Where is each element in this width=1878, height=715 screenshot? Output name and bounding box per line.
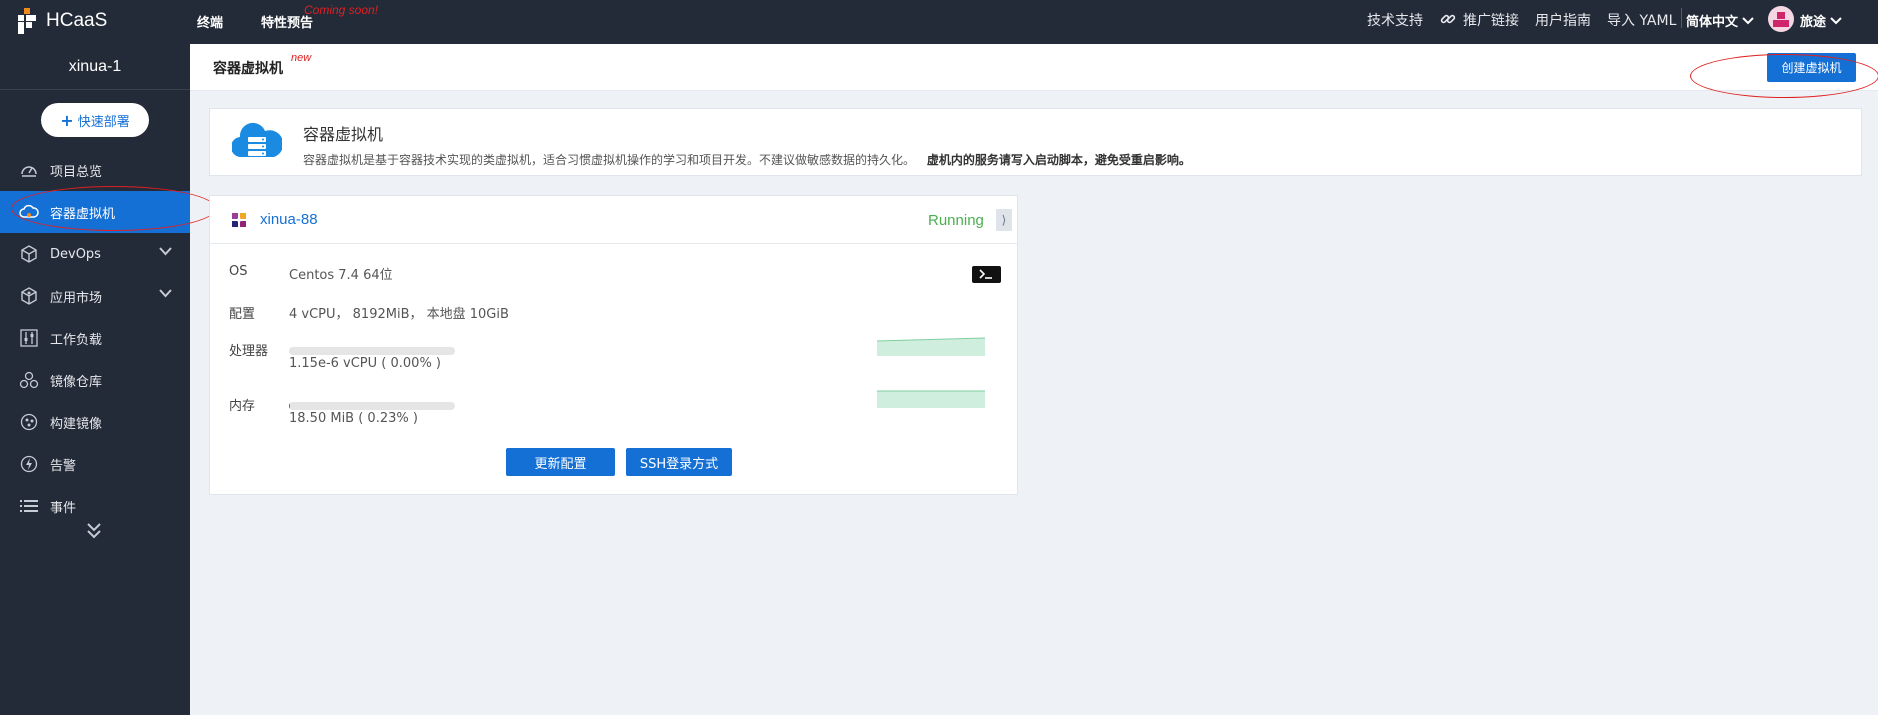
- expand-arrow-icon[interactable]: ⟩: [996, 209, 1012, 231]
- sidebar-item-label: 构建镜像: [50, 416, 103, 432]
- link-chain-icon: [1440, 11, 1456, 31]
- language-label: 简体中文: [1686, 15, 1739, 30]
- user-guide-link[interactable]: 用户指南: [1535, 10, 1591, 30]
- sidebar-item-overview[interactable]: 项目总览: [0, 149, 190, 191]
- info-banner: 容器虚拟机 容器虚拟机是基于容器技术实现的类虚拟机，适合习惯虚拟机操作的学习和项…: [209, 108, 1862, 176]
- promotion-link[interactable]: 推广链接: [1463, 10, 1519, 30]
- tech-support-link[interactable]: 技术支持: [1367, 10, 1423, 30]
- project-name[interactable]: xinua-1: [0, 44, 190, 90]
- sidebar-item-alerts[interactable]: 告警: [0, 443, 190, 485]
- chevron-down-icon[interactable]: [159, 247, 172, 256]
- sidebar-item-workloads[interactable]: 工作负载: [0, 317, 190, 359]
- annotation-ellipse-create: [1690, 54, 1878, 98]
- hcaas-logo-icon: [18, 8, 36, 34]
- memory-sparkline: [877, 390, 985, 408]
- page-header: 容器虚拟机 new 创建虚拟机: [190, 44, 1878, 91]
- banner-warning: 虚机内的服务请写入启动脚本，避免受重启影响。: [926, 153, 1191, 167]
- cpu-value: 1.15e-6 vCPU ( 0.00% ): [289, 356, 442, 371]
- chevron-down-icon: [1742, 16, 1754, 24]
- vm-name[interactable]: xinua-88: [260, 211, 318, 228]
- user-menu[interactable]: 旅途: [1800, 11, 1842, 30]
- page-title: 容器虚拟机: [213, 61, 283, 77]
- sidebar-item-label: 告警: [50, 458, 77, 474]
- vm-card-header: xinua-88 Running ⟩: [210, 196, 1017, 244]
- cpu-label: 处理器: [229, 344, 269, 359]
- centos-icon: [232, 213, 246, 227]
- memory-value: 18.50 MiB ( 0.23% ): [289, 411, 418, 426]
- memory-label: 内存: [229, 399, 256, 414]
- sidebar-item-build-image[interactable]: 构建镜像: [0, 401, 190, 443]
- ssh-login-button[interactable]: SSH登录方式: [626, 448, 732, 476]
- nav-terminal[interactable]: 终端: [197, 12, 223, 31]
- sidebar-item-label: 事件: [50, 500, 77, 516]
- sidebar-item-events[interactable]: 事件: [0, 485, 190, 527]
- list-icon: [18, 495, 40, 517]
- cpu-usage-bar: [289, 347, 455, 355]
- cpu-sparkline: [877, 337, 985, 356]
- build-icon: [18, 411, 40, 433]
- alert-icon: [18, 453, 40, 475]
- coming-soon-tag: Coming soon!: [304, 3, 379, 17]
- vm-status: Running: [928, 212, 984, 229]
- sidebar-item-app-market[interactable]: 应用市场: [0, 275, 190, 317]
- plus-icon: +: [60, 110, 74, 130]
- os-value: Centos 7.4 64位: [289, 268, 393, 283]
- logo-text: HCaaS: [46, 10, 108, 31]
- logo[interactable]: HCaaS: [16, 8, 107, 34]
- memory-usage-bar: [289, 402, 455, 410]
- banner-title: 容器虚拟机: [303, 125, 384, 144]
- sidebar: xinua-1 + 快速部署 项目总览 容器虚拟机 DevOps 应用市场 工作…: [0, 44, 190, 715]
- sidebar-item-label: 项目总览: [50, 164, 103, 180]
- new-tag: new: [291, 52, 312, 64]
- banner-description: 容器虚拟机是基于容器技术实现的类虚拟机，适合习惯虚拟机操作的学习和项目开发。不建…: [303, 151, 1191, 168]
- terminal-icon[interactable]: [972, 266, 1001, 283]
- chevron-down-icon: [1830, 16, 1842, 24]
- quick-deploy-label: 快速部署: [77, 114, 130, 130]
- sidebar-item-image-registry[interactable]: 镜像仓库: [0, 359, 190, 401]
- user-name: 旅途: [1800, 15, 1827, 30]
- sidebar-item-label: 应用市场: [50, 290, 103, 306]
- dashboard-icon: [18, 159, 40, 181]
- sliders-icon: [18, 327, 40, 349]
- avatar[interactable]: [1768, 6, 1794, 32]
- language-select[interactable]: 简体中文: [1686, 11, 1754, 30]
- box-icon: [18, 285, 40, 307]
- update-config-button[interactable]: 更新配置: [506, 448, 615, 476]
- sidebar-item-label: DevOps: [50, 246, 101, 262]
- vm-card: xinua-88 Running ⟩ OS Centos 7.4 64位 配置 …: [209, 195, 1018, 495]
- topbar-divider: [1681, 8, 1682, 28]
- quick-deploy-button[interactable]: + 快速部署: [41, 103, 149, 137]
- config-label: 配置: [229, 307, 256, 322]
- sidebar-item-label: 工作负载: [50, 332, 103, 348]
- import-yaml-link[interactable]: 导入 YAML: [1607, 10, 1676, 30]
- banner-description-text: 容器虚拟机是基于容器技术实现的类虚拟机，适合习惯虚拟机操作的学习和项目开发。不建…: [303, 153, 916, 167]
- cube-icon: [18, 243, 40, 265]
- sidebar-item-devops[interactable]: DevOps: [0, 233, 190, 275]
- config-value: 4 vCPU， 8192MiB， 本地盘 10GiB: [289, 307, 509, 322]
- circles-icon: [18, 369, 40, 391]
- annotation-ellipse-sidebar: [11, 186, 216, 231]
- chevron-down-icon[interactable]: [159, 289, 172, 298]
- top-bar: HCaaS 终端 特性预告 Coming soon! 技术支持 推广链接 用户指…: [0, 0, 1878, 44]
- sidebar-item-label: 镜像仓库: [50, 374, 103, 390]
- double-chevron-down-icon[interactable]: [84, 522, 104, 540]
- cloud-server-icon: [232, 122, 282, 158]
- os-label: OS: [229, 264, 248, 279]
